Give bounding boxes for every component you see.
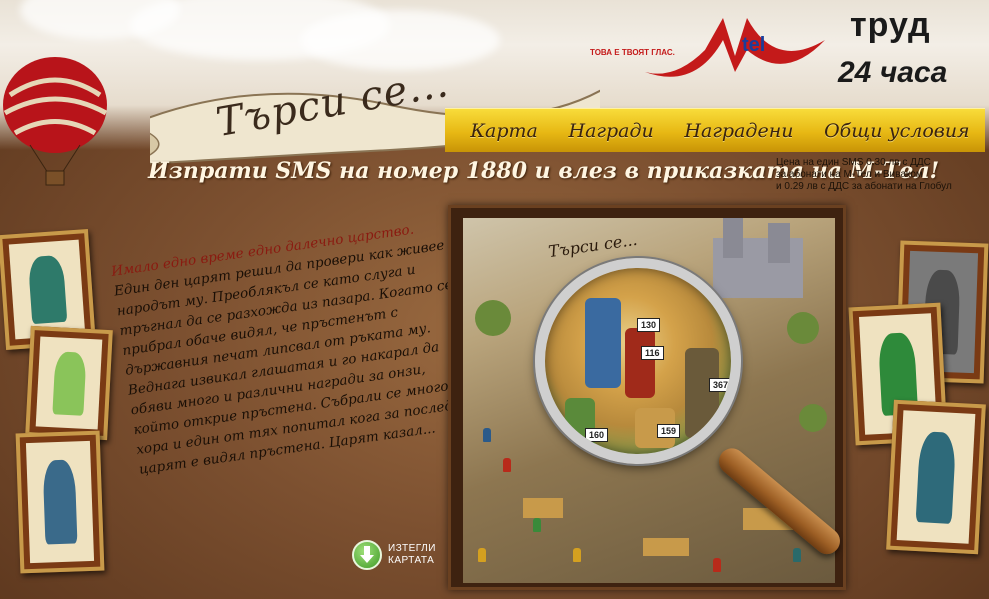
nav-item-winners[interactable]: Наградени: [684, 120, 793, 142]
character-card[interactable]: [25, 325, 113, 441]
number-tag: 130: [637, 318, 661, 332]
magnifier-lens-icon[interactable]: 130 116 367 160 159: [535, 258, 741, 464]
price-info-line: Цена на един SMS 0.30 лв с ДДС: [776, 157, 931, 168]
download-arrow-icon: [352, 540, 382, 570]
mtel-logo-text: tel: [742, 34, 766, 56]
character-figure: [685, 348, 719, 438]
nav-item-terms[interactable]: Общи условия: [824, 120, 970, 142]
story-text: Имало едно време едно далечно царство. Е…: [110, 215, 477, 480]
number-tag: 160: [585, 428, 609, 442]
character-card[interactable]: [886, 399, 986, 555]
mtel-logo-icon[interactable]: [645, 10, 825, 80]
download-map-button[interactable]: ИЗТЕГЛИ КАРТАТА: [352, 540, 436, 570]
nav-item-map[interactable]: Карта: [470, 120, 538, 142]
price-info-line: за абонати на М-Тел и Виваком: [776, 169, 923, 180]
nav-item-prizes[interactable]: Награди: [569, 120, 654, 142]
character-figure: [915, 430, 957, 524]
main-nav: Карта Награди Наградени Общи условия: [445, 108, 985, 152]
character-figure: [27, 255, 67, 324]
story-body: Един ден царят решил да провери как живе…: [113, 237, 471, 478]
download-label: ИЗТЕГЛИ КАРТАТА: [388, 543, 436, 567]
number-tag: 159: [657, 424, 681, 438]
price-info: Цена на един SMS 0.30 лв с ДДС за абонат…: [776, 157, 988, 193]
character-figure: [51, 350, 87, 416]
download-label-line: ИЗТЕГЛИ: [388, 543, 436, 554]
character-figure: [585, 298, 621, 388]
character-figure: [625, 328, 655, 398]
character-card[interactable]: [15, 430, 105, 574]
download-label-line: КАРТАТА: [388, 555, 435, 566]
page-background: Търси се... ТОВА Е ТВОЯТ ГЛАС. tel труд …: [0, 0, 989, 599]
partner-logo-24-chasa[interactable]: 24 часа: [838, 56, 947, 90]
number-tag: 116: [641, 346, 664, 360]
number-tag: 367: [709, 378, 731, 392]
character-figure: [42, 459, 78, 545]
partner-logo-trud[interactable]: труд: [850, 6, 931, 45]
hot-air-balloon-icon: [3, 57, 108, 186]
price-info-line: и 0.29 лв с ДДС за абонати на Глобул: [776, 181, 952, 192]
